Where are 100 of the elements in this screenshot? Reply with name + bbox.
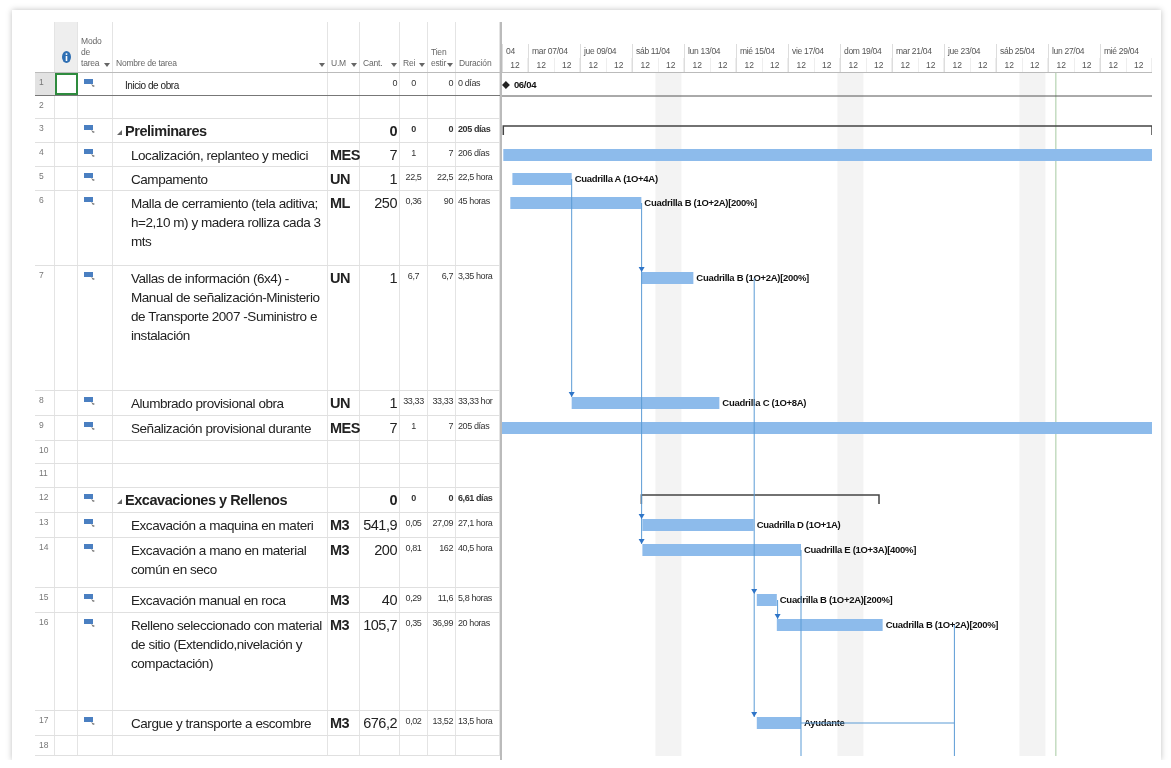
task-name: Señalización provisional durante <box>130 420 311 438</box>
task-mode-icon <box>84 396 96 406</box>
milestone-icon <box>502 81 510 89</box>
dropdown-arrow-icon[interactable] <box>391 63 397 67</box>
yield-cell-text: 0,81 <box>405 542 422 555</box>
selected-cell[interactable] <box>55 73 78 95</box>
task-mode-icon <box>84 593 96 603</box>
time-cell-text: 7 <box>448 147 453 160</box>
column-header[interactable]: Rei <box>400 22 428 72</box>
dropdown-arrow-icon[interactable] <box>319 63 325 67</box>
quantity-cell: 0 <box>389 122 397 141</box>
column-header[interactable]: Cant. <box>360 22 400 72</box>
task-name: Alumbrado provisional obra <box>130 395 284 413</box>
row-number[interactable]: 17 <box>35 711 55 735</box>
row-number[interactable]: 12 <box>35 488 55 512</box>
collapse-triangle-icon[interactable] <box>117 130 122 135</box>
milestone-date: 06/04 <box>513 79 537 90</box>
timescale-hour: 12 <box>1022 58 1048 72</box>
row-number[interactable]: 10 <box>35 441 55 463</box>
yield-cell-text: 1 <box>411 147 416 160</box>
duration-cell-text: 40,5 hora <box>458 542 493 555</box>
timescale-date: lun 27/04 <box>1051 45 1086 58</box>
task-name: Vallas de información (6x4) -Manual de señalización-Ministerio de Transporte 2007 -Suministro e instalación <box>130 270 321 345</box>
timescale-date: dom 19/04 <box>843 45 883 58</box>
yield-cell-text: 22,5 <box>405 171 422 184</box>
time-cell-text: 11,6 <box>437 592 453 605</box>
task-name: Excavación manual en roca <box>130 592 286 610</box>
duration-cell-text: 5,8 horas <box>458 592 492 605</box>
unit-cell: UN <box>330 394 350 413</box>
timescale-date: mié 29/04 <box>1103 45 1140 58</box>
timescale-date: mié 15/04 <box>739 45 776 58</box>
time-cell-text: 90 <box>443 195 453 208</box>
row-number[interactable]: 5 <box>35 167 55 190</box>
timescale-hour: 12 <box>503 58 528 72</box>
task-bar[interactable] <box>756 594 777 606</box>
info-icon <box>62 51 71 63</box>
row-number[interactable]: 9 <box>35 416 55 440</box>
yield-cell-text: 0,29 <box>405 592 422 605</box>
duration-cell-text: 6,61 días <box>458 492 493 505</box>
timescale-hour: 12 <box>918 58 944 72</box>
quantity-cell: 200 <box>374 541 397 560</box>
row-number[interactable]: 14 <box>35 538 55 587</box>
yield-cell-text: 0,35 <box>405 617 422 630</box>
unit-cell: M3 <box>330 516 350 535</box>
task-mode-icon <box>84 78 96 88</box>
time-cell-text: 22,5 <box>437 171 453 184</box>
dropdown-arrow-icon[interactable] <box>104 63 110 67</box>
dropdown-arrow-icon[interactable] <box>419 63 425 67</box>
row-number[interactable]: 8 <box>35 391 55 415</box>
timescale-date: mar 07/04 <box>531 45 569 58</box>
column-header[interactable]: Duración <box>456 22 500 72</box>
task-name: Preliminares <box>125 122 207 141</box>
timescale-hour: 12 <box>581 58 607 72</box>
resource-label: Cuadrilla C (1O+8A) <box>722 397 807 408</box>
duration-cell-text: 27,1 hora <box>458 517 493 530</box>
task-bar[interactable] <box>756 717 801 729</box>
time-cell-text: 0 <box>448 123 453 136</box>
yield-cell-text: 0 <box>411 123 416 136</box>
timescale-hour: 12 <box>814 58 840 72</box>
task-name: Excavación a mano en material común en seco <box>130 542 308 579</box>
time-cell-text: 7 <box>448 420 453 433</box>
timescale-hour: 12 <box>658 58 684 72</box>
dropdown-arrow-icon[interactable] <box>447 63 453 67</box>
timescale-hour: 12 <box>841 58 867 72</box>
row-number[interactable]: 2 <box>35 96 55 118</box>
timescale-hour: 12 <box>945 58 971 72</box>
task-mode-icon <box>84 493 96 503</box>
unit-cell: MES <box>330 419 360 438</box>
row-number[interactable]: 18 <box>35 736 55 755</box>
column-header[interactable]: Tien estir <box>428 22 456 72</box>
row-number[interactable]: 7 <box>35 266 55 390</box>
column-header[interactable]: Modo de tarea <box>78 22 113 72</box>
task-mode-icon <box>84 271 96 281</box>
row-number[interactable]: 15 <box>35 588 55 612</box>
timescale-hour: 12 <box>685 58 711 72</box>
yield-cell-text: 6,7 <box>407 270 420 283</box>
task-mode-icon <box>84 518 96 528</box>
task-bar[interactable] <box>512 173 572 185</box>
collapse-triangle-icon[interactable] <box>117 499 122 504</box>
time-cell-text: 13,52 <box>432 715 453 728</box>
unit-cell: M3 <box>330 541 350 560</box>
task-mode-icon <box>84 618 96 628</box>
time-cell-text: 36,99 <box>432 617 453 630</box>
yield-cell-text: 0,02 <box>405 715 422 728</box>
row-number[interactable]: 4 <box>35 143 55 166</box>
dropdown-arrow-icon[interactable] <box>351 63 357 67</box>
task-name: Excavaciones y Rellenos <box>125 491 288 510</box>
row-number[interactable]: 1 <box>35 73 55 95</box>
unit-cell: M3 <box>330 616 350 635</box>
quantity-cell: 1 <box>389 170 397 189</box>
row-number[interactable]: 6 <box>35 191 55 265</box>
quantity-cell: 541,9 <box>363 516 397 535</box>
row-number[interactable]: 3 <box>35 119 55 142</box>
column-header[interactable]: U.M <box>328 22 360 72</box>
row-number[interactable]: 11 <box>35 464 55 487</box>
unit-cell: MES <box>330 146 360 165</box>
row-number[interactable]: 13 <box>35 513 55 537</box>
column-header[interactable]: Nombre de tarea <box>113 22 328 72</box>
task-name: Cargue y transporte a escombre <box>130 715 312 733</box>
row-number[interactable]: 16 <box>35 613 55 710</box>
